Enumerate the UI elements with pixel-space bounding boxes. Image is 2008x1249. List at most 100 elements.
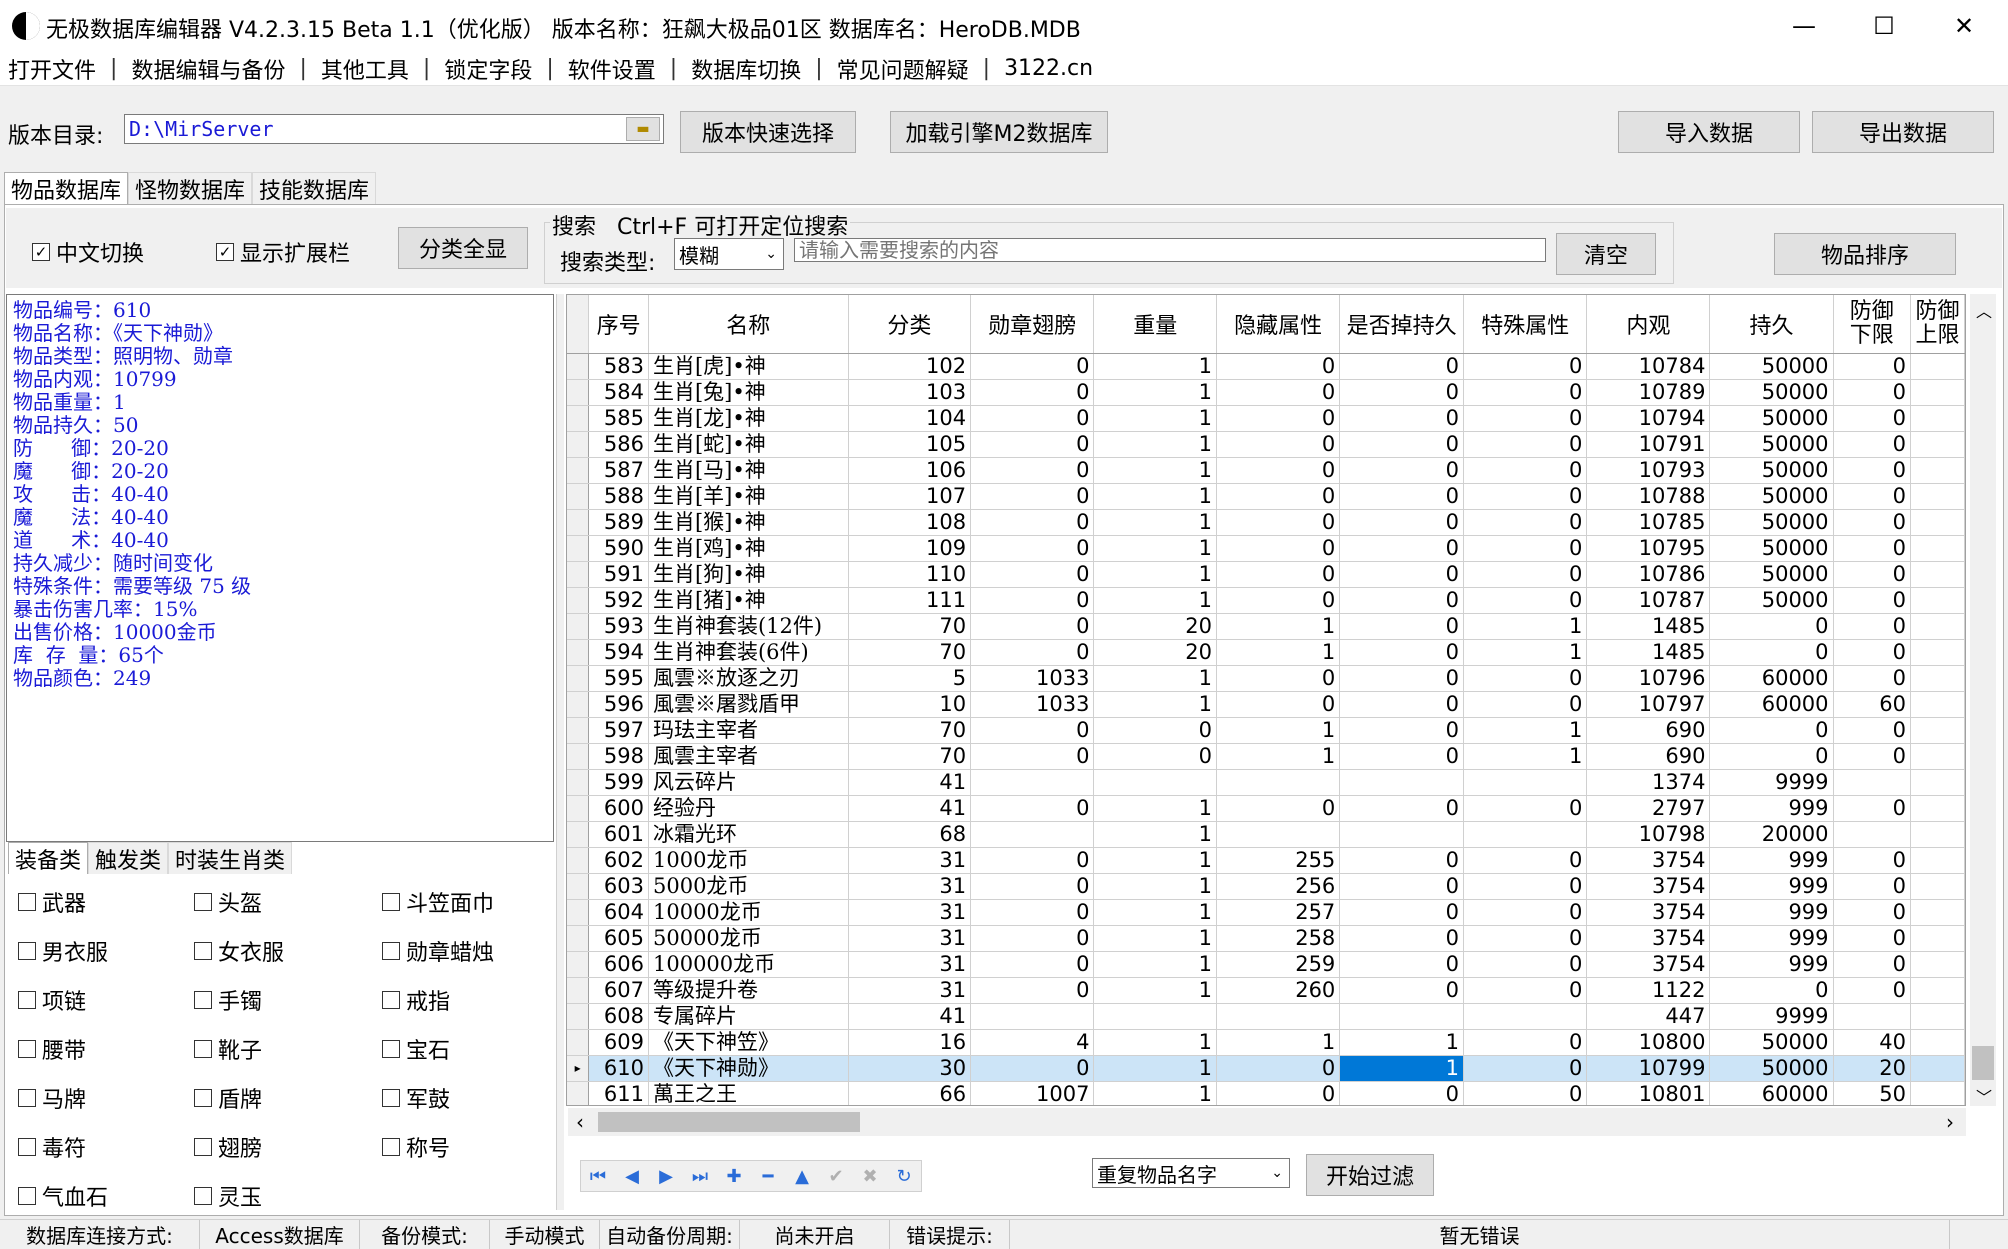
- table-row[interactable]: 604 10000龙币 31 0 1 257 0 0 3754 999 0: [567, 899, 1965, 926]
- table-cell[interactable]: 10801: [1586, 1081, 1711, 1105]
- table-row[interactable]: 606 100000龙币 31 0 1 259 0 0 3754 999 0: [567, 951, 1965, 978]
- table-row[interactable]: 585 生肖[龙]•神 104 0 1 0 0 0 10794 50000 0: [567, 405, 1965, 432]
- table-cell[interactable]: 0: [1339, 1081, 1465, 1105]
- row-indicator[interactable]: [567, 691, 590, 718]
- table-cell[interactable]: 0: [1833, 795, 1911, 822]
- table-cell[interactable]: 447: [1586, 1003, 1711, 1030]
- last-record-icon[interactable]: ⏭: [683, 1161, 717, 1191]
- table-cell-empty[interactable]: [1910, 457, 1965, 484]
- table-row[interactable]: 588 生肖[羊]•神 107 0 1 0 0 0 10788 50000 0: [567, 483, 1965, 510]
- menu-item[interactable]: 3122.cn: [1004, 56, 1093, 81]
- table-cell[interactable]: 255: [1216, 847, 1341, 874]
- table-cell[interactable]: 41: [848, 795, 972, 822]
- table-row[interactable]: 592 生肖[猪]•神 111 0 1 0 0 0 10787 50000 0: [567, 587, 1965, 614]
- table-cell[interactable]: 生肖[虎]•神: [648, 353, 849, 380]
- tab-skills[interactable]: 技能数据库: [252, 172, 377, 204]
- category-checkbox[interactable]: 勋章蜡烛: [382, 935, 538, 967]
- table-cell[interactable]: 0: [1833, 925, 1911, 952]
- table-cell[interactable]: 50000: [1709, 483, 1834, 510]
- table-cell[interactable]: 3754: [1586, 847, 1711, 874]
- table-cell-empty[interactable]: [1910, 561, 1965, 588]
- table-cell[interactable]: [1339, 769, 1465, 796]
- table-cell[interactable]: 0: [1216, 483, 1341, 510]
- table-cell[interactable]: 生肖神套装(6件): [648, 639, 849, 666]
- table-cell[interactable]: 0: [970, 483, 1095, 510]
- filter-select[interactable]: 重复物品名字 ⌄: [1092, 1158, 1290, 1188]
- column-header[interactable]: 序号: [588, 295, 649, 354]
- table-cell[interactable]: 生肖神套装(12件): [648, 613, 849, 640]
- table-cell[interactable]: 0: [1339, 691, 1465, 718]
- table-cell[interactable]: 0: [1463, 457, 1588, 484]
- table-cell[interactable]: 0: [1093, 717, 1217, 744]
- table-cell[interactable]: 0: [1463, 587, 1588, 614]
- table-cell[interactable]: 0: [1463, 379, 1588, 406]
- table-cell[interactable]: 3754: [1586, 925, 1711, 952]
- table-cell[interactable]: 591: [588, 561, 649, 588]
- table-cell[interactable]: 1033: [970, 691, 1095, 718]
- table-cell[interactable]: 1485: [1586, 639, 1711, 666]
- table-cell[interactable]: 611: [588, 1081, 649, 1105]
- table-row[interactable]: 594 生肖神套装(6件) 70 0 20 1 0 1 1485 0 0: [567, 639, 1965, 666]
- menu-item[interactable]: 软件设置: [568, 53, 656, 85]
- table-cell[interactable]: 1: [1093, 1081, 1217, 1105]
- tab-monsters[interactable]: 怪物数据库: [128, 172, 253, 204]
- table-cell[interactable]: 50000: [1709, 535, 1834, 562]
- table-cell[interactable]: 0: [1339, 431, 1465, 458]
- table-cell[interactable]: 0: [1339, 483, 1465, 510]
- table-cell[interactable]: 0: [1216, 1055, 1341, 1082]
- table-cell[interactable]: 10800: [1586, 1029, 1711, 1056]
- table-cell[interactable]: 0: [1339, 613, 1465, 640]
- table-cell[interactable]: 1: [1093, 951, 1217, 978]
- table-cell[interactable]: 70: [848, 613, 972, 640]
- table-cell[interactable]: 0: [1709, 977, 1834, 1004]
- table-cell[interactable]: 0: [1463, 873, 1588, 900]
- row-indicator[interactable]: [567, 587, 590, 614]
- table-cell[interactable]: 10786: [1586, 561, 1711, 588]
- column-header[interactable]: 勋章翅膀: [970, 295, 1095, 354]
- table-cell-empty[interactable]: [1910, 951, 1965, 978]
- table-cell[interactable]: 0: [1216, 379, 1341, 406]
- table-cell[interactable]: 風雲※放逐之刃: [648, 665, 849, 692]
- row-indicator[interactable]: [567, 769, 590, 796]
- row-indicator[interactable]: [567, 821, 590, 848]
- table-cell[interactable]: 1: [1216, 613, 1341, 640]
- table-cell[interactable]: 0: [1463, 665, 1588, 692]
- table-cell[interactable]: 1122: [1586, 977, 1711, 1004]
- table-cell[interactable]: 0: [1216, 431, 1341, 458]
- table-cell[interactable]: 110: [848, 561, 972, 588]
- table-cell[interactable]: 0: [1833, 457, 1911, 484]
- table-cell[interactable]: 260: [1216, 977, 1341, 1004]
- table-cell[interactable]: 0: [1833, 717, 1911, 744]
- add-record-icon[interactable]: ✚: [717, 1161, 751, 1191]
- category-checkbox[interactable]: 军鼓: [382, 1082, 538, 1114]
- table-cell[interactable]: [1339, 821, 1465, 848]
- table-cell-empty[interactable]: [1910, 821, 1965, 848]
- table-cell[interactable]: [1216, 1003, 1341, 1030]
- post-record-icon[interactable]: ✔: [819, 1161, 853, 1191]
- category-checkbox[interactable]: 女衣服: [194, 935, 382, 967]
- tab-items[interactable]: 物品数据库: [4, 172, 129, 204]
- table-cell[interactable]: 0: [1833, 847, 1911, 874]
- dir-input[interactable]: D:\MirServer: [124, 114, 664, 144]
- table-cell[interactable]: 20: [1093, 639, 1217, 666]
- table-cell[interactable]: 68: [848, 821, 972, 848]
- table-cell[interactable]: 0: [1463, 509, 1588, 536]
- table-cell[interactable]: 0: [1339, 873, 1465, 900]
- column-header[interactable]: 分类: [848, 295, 972, 354]
- table-cell[interactable]: 0: [1463, 1029, 1588, 1056]
- table-cell[interactable]: 1: [1216, 717, 1341, 744]
- table-cell[interactable]: 10794: [1586, 405, 1711, 432]
- table-cell[interactable]: [1463, 1003, 1588, 1030]
- table-cell[interactable]: 105: [848, 431, 972, 458]
- table-row[interactable]: 596 風雲※屠戮盾甲 10 1033 1 0 0 0 10797 60000 60: [567, 691, 1965, 718]
- table-cell[interactable]: 60000: [1709, 1081, 1834, 1105]
- table-cell[interactable]: 5: [848, 665, 972, 692]
- table-cell-empty[interactable]: [1910, 535, 1965, 562]
- row-indicator[interactable]: [567, 795, 590, 822]
- table-cell[interactable]: 10788: [1586, 483, 1711, 510]
- table-cell[interactable]: 生肖[猪]•神: [648, 587, 849, 614]
- table-cell-empty[interactable]: [1910, 899, 1965, 926]
- table-cell[interactable]: 0: [1709, 613, 1834, 640]
- table-cell[interactable]: 0: [1463, 691, 1588, 718]
- close-button[interactable]: ✕: [1920, 0, 2008, 52]
